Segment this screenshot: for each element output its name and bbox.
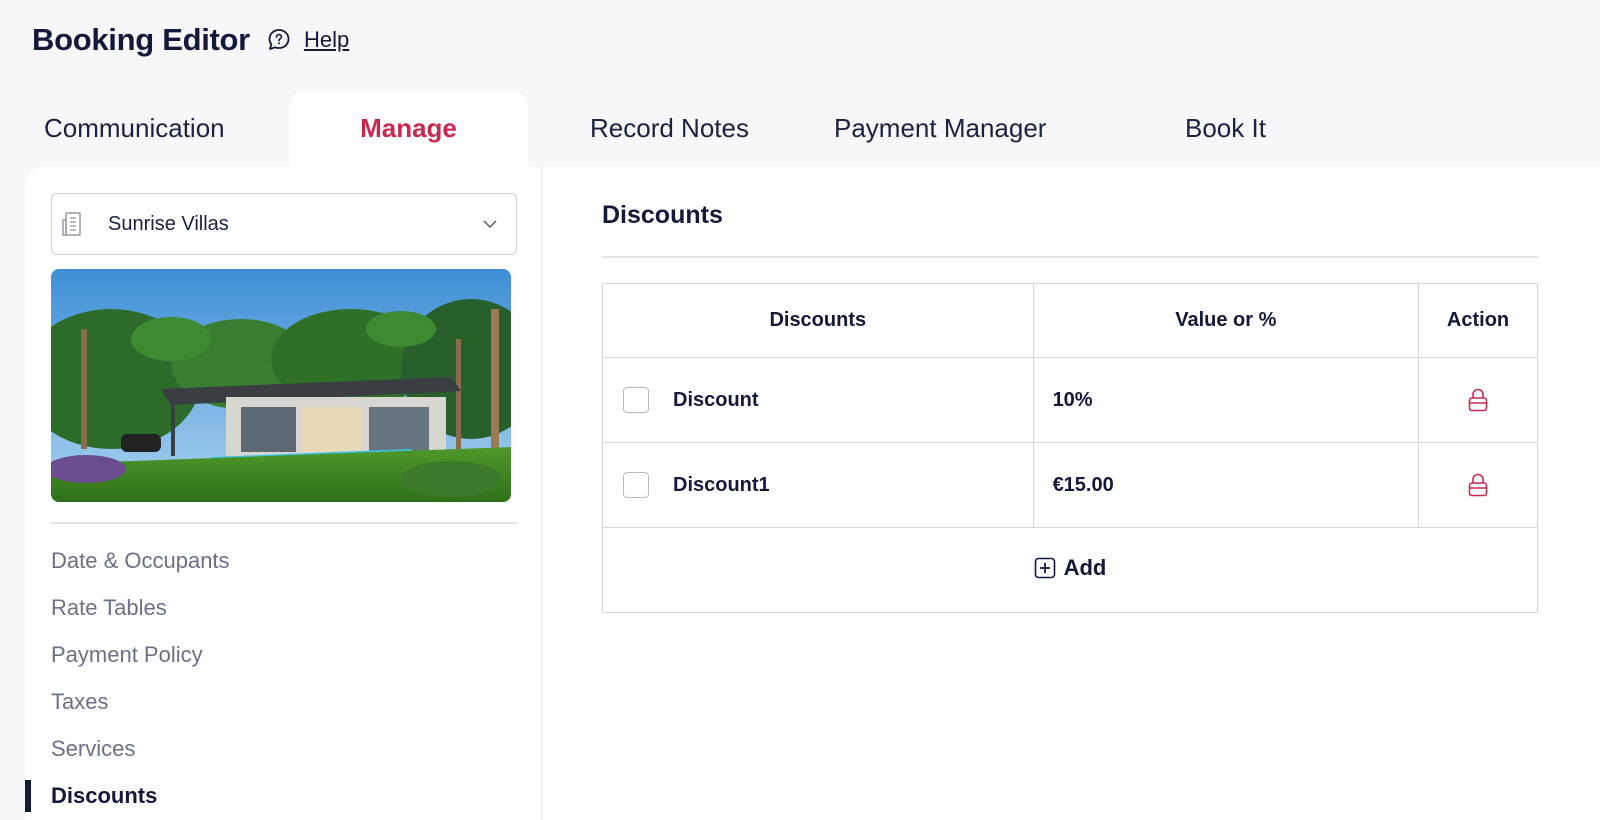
table-header-row: Discounts Value or % Action [602,283,1538,358]
building-icon [62,212,81,236]
main-panel: Discounts Discounts Value or % Action Di… [542,167,1600,820]
chat-help-icon[interactable] [266,27,292,53]
sidebar-divider [51,522,517,524]
row-checkbox[interactable] [623,387,649,413]
property-name: Sunrise Villas [108,212,229,235]
lock-icon[interactable] [1466,472,1490,498]
plus-square-icon [1034,557,1055,579]
tab-book-it[interactable]: Book It [1185,92,1266,167]
discount-value: 10% [1032,357,1420,443]
tab-manage[interactable]: Manage [289,92,528,167]
sidebar-item-services[interactable]: Services [25,725,542,772]
sidebar-item-taxes[interactable]: Taxes [25,678,542,725]
discount-name: Discount [673,388,759,411]
tab-bar: Communication Manage Record Notes Paymen… [24,92,1600,167]
add-label: Add [1063,555,1107,580]
section-divider [602,256,1538,258]
discounts-table: Discounts Value or % Action Discount 10% [602,283,1538,613]
help-link[interactable]: Help [304,27,349,53]
add-row: Add [602,527,1538,613]
column-header-action: Action [1418,283,1538,358]
discount-name-cell: Discount [602,357,1034,443]
sidebar-panel: Sunrise Villas Date & Occupants Rate Tab… [25,167,542,820]
property-photo [51,269,511,502]
table-row: Discount 10% [602,357,1538,443]
page-title: Booking Editor [32,22,250,57]
add-cell: Add [602,527,1538,613]
chevron-down-icon [483,220,497,229]
column-header-discounts: Discounts [602,283,1034,358]
action-cell [1418,442,1538,528]
add-discount-button[interactable]: Add [1034,555,1107,581]
section-title: Discounts [602,201,723,229]
action-cell [1418,357,1538,443]
sidebar-item-discounts[interactable]: Discounts [25,772,542,819]
sidebar-nav: Date & Occupants Rate Tables Payment Pol… [25,537,542,819]
sidebar-item-rate-tables[interactable]: Rate Tables [25,584,542,631]
table-row: Discount1 €15.00 [602,442,1538,528]
header: Booking Editor Help [32,22,349,58]
lock-icon[interactable] [1466,387,1490,413]
discount-name-cell: Discount1 [602,442,1034,528]
row-checkbox[interactable] [623,472,649,498]
sidebar-item-payment-policy[interactable]: Payment Policy [25,631,542,678]
sidebar-item-date-occupants[interactable]: Date & Occupants [25,537,542,584]
discount-value: €15.00 [1032,442,1420,528]
discount-name: Discount1 [673,473,770,496]
tab-communication[interactable]: Communication [44,92,225,167]
tab-record-notes[interactable]: Record Notes [590,92,749,167]
column-header-value: Value or % [1032,283,1420,358]
property-select[interactable]: Sunrise Villas [51,193,517,255]
tab-payment-manager[interactable]: Payment Manager [834,92,1046,167]
